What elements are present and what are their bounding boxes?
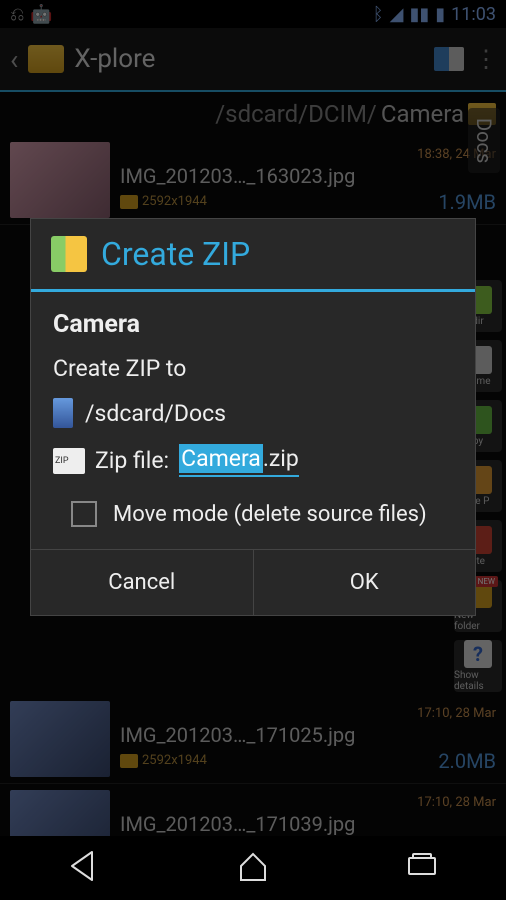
nav-bar bbox=[0, 836, 506, 900]
dialog-header: Create ZIP bbox=[31, 219, 475, 292]
zipfile-icon bbox=[53, 448, 85, 474]
zip-icon bbox=[51, 236, 87, 272]
destination-path: /sdcard/Docs bbox=[85, 400, 226, 427]
dialog-title: Create ZIP bbox=[101, 235, 250, 273]
ok-button[interactable]: OK bbox=[254, 550, 476, 615]
source-folder-name: Camera bbox=[53, 310, 453, 339]
sdcard-icon bbox=[53, 398, 73, 428]
nav-recent-button[interactable] bbox=[404, 848, 440, 888]
move-mode-checkbox[interactable] bbox=[71, 501, 97, 527]
zip-basename: Camera bbox=[179, 444, 263, 473]
zip-extension: .zip bbox=[263, 445, 299, 472]
zip-filename-input[interactable]: Camera.zip bbox=[179, 444, 299, 477]
move-mode-label: Move mode (delete source files) bbox=[113, 502, 427, 527]
destination-row[interactable]: /sdcard/Docs bbox=[53, 398, 453, 428]
move-mode-row[interactable]: Move mode (delete source files) bbox=[53, 493, 453, 531]
zipfile-label: Zip file: bbox=[95, 447, 169, 474]
nav-back-button[interactable] bbox=[66, 848, 102, 888]
cancel-button[interactable]: Cancel bbox=[31, 550, 254, 615]
create-to-label: Create ZIP to bbox=[53, 355, 453, 382]
create-zip-dialog: Create ZIP Camera Create ZIP to /sdcard/… bbox=[30, 218, 476, 616]
nav-home-button[interactable] bbox=[235, 848, 271, 888]
